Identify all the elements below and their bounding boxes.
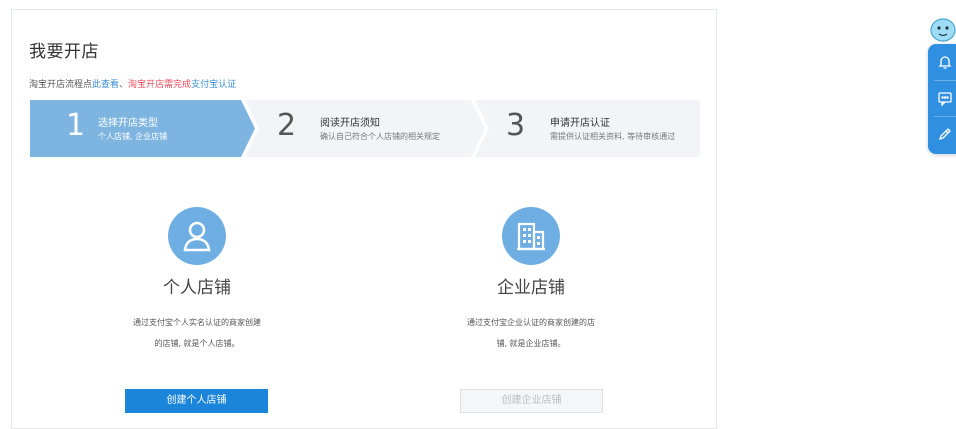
company-shop-title: 企业店铺	[497, 278, 565, 298]
create-company-shop-button[interactable]: 创建企业店铺	[460, 389, 603, 413]
step-3: 3 申请开店认证 需提供认证相关资料, 等待审核通过	[475, 100, 700, 157]
hint-prefix: 淘宝开店流程点	[29, 80, 93, 90]
person-icon	[168, 207, 226, 265]
step-1-desc: 个人店铺, 企业店铺	[98, 132, 168, 141]
floating-toolbar	[928, 44, 956, 154]
step-1-title: 选择开店类型	[98, 118, 158, 129]
step-3-number: 3	[506, 108, 526, 143]
personal-shop-title: 个人店铺	[163, 278, 231, 298]
company-shop-desc: 通过支付宝企业认证的商家创建的店 铺, 就是企业店铺。	[467, 318, 595, 348]
page-title: 我要开店	[29, 42, 99, 62]
create-personal-shop-button[interactable]: 创建个人店铺	[125, 389, 268, 413]
hint-sep: 、	[119, 80, 129, 90]
alipay-auth-link[interactable]: 支付宝认证	[191, 80, 236, 90]
company-shop-card: 企业店铺 通过支付宝企业认证的商家创建的店 铺, 就是企业店铺。	[431, 207, 631, 354]
step-3-desc: 需提供认证相关资料, 等待审核通过	[550, 132, 676, 141]
step-1-number: 1	[66, 108, 86, 143]
step-1: 1 选择开店类型 个人店铺, 企业店铺	[30, 100, 255, 157]
process-hint: 淘宝开店流程点此查看、淘宝开店需完成支付宝认证	[29, 77, 236, 90]
edit-icon[interactable]	[936, 125, 954, 143]
building-icon	[502, 207, 560, 265]
view-process-link[interactable]: 此查看	[92, 80, 119, 90]
progress-steps: 1 选择开店类型 个人店铺, 企业店铺 2 阅读开店须知 确认自己符合个人店铺的…	[30, 100, 700, 157]
hint-warning: 淘宝开店需完成	[128, 80, 192, 90]
personal-shop-desc: 通过支付宝个人实名认证的商家创建 的店铺, 就是个人店铺。	[133, 318, 261, 348]
step-3-title: 申请开店认证	[550, 118, 610, 129]
step-2-number: 2	[277, 108, 297, 143]
step-2-title: 阅读开店须知	[320, 118, 380, 129]
step-2: 2 阅读开店须知 确认自己符合个人店铺的相关规定	[245, 100, 485, 157]
bell-icon[interactable]	[936, 53, 954, 71]
personal-shop-card: 个人店铺 通过支付宝个人实名认证的商家创建 的店铺, 就是个人店铺。	[97, 207, 297, 354]
chat-icon[interactable]	[936, 89, 954, 107]
step-2-desc: 确认自己符合个人店铺的相关规定	[320, 132, 440, 141]
